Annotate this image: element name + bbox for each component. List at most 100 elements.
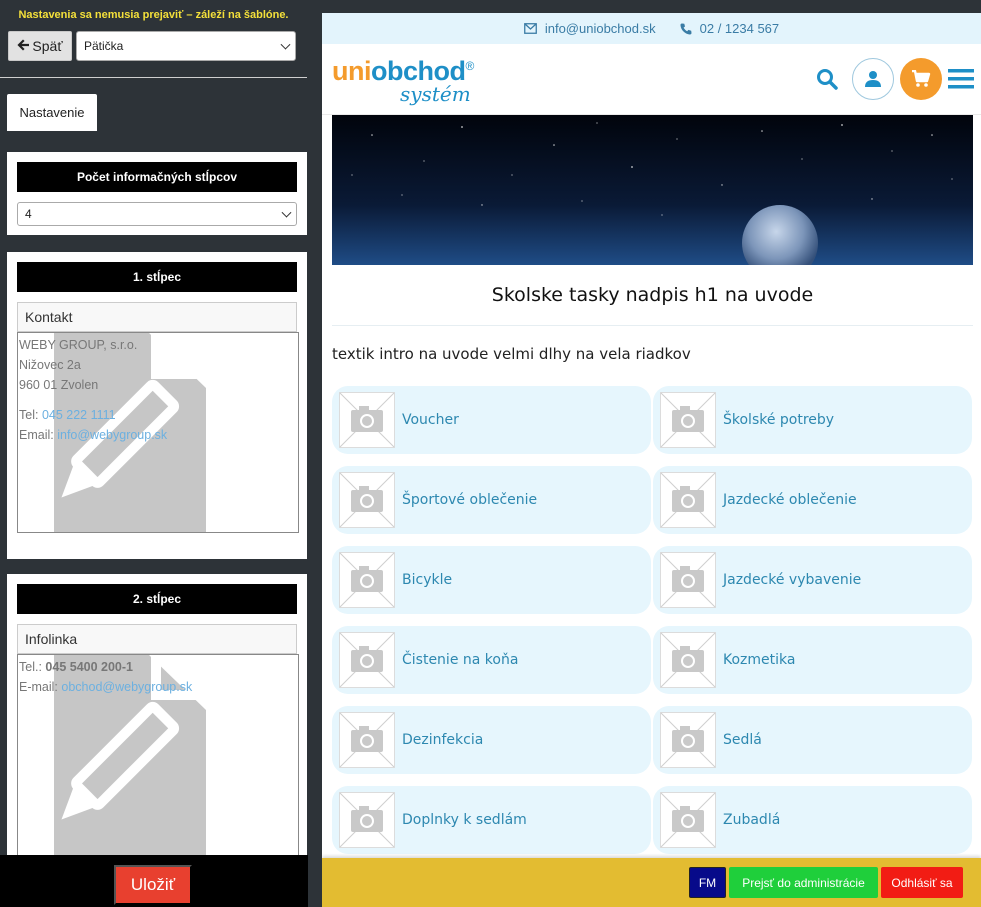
- category-tile[interactable]: Sedlá: [653, 706, 972, 774]
- category-label: Čistenie na koňa: [402, 652, 519, 668]
- tel-label: Tel.:: [19, 660, 42, 674]
- site-header: uniobchod® systém: [322, 44, 981, 115]
- user-icon[interactable]: [852, 58, 894, 100]
- columns-count-select[interactable]: 4: [17, 202, 297, 226]
- column1-content-editor[interactable]: WEBY GROUP, s.r.o. Nižovec 2a 960 01 Zvo…: [17, 332, 299, 533]
- column2-content: Tel.: 045 5400 200-1 E-mail: obchod@weby…: [18, 655, 298, 699]
- email-label: Email:: [19, 428, 54, 442]
- phone-icon: [680, 23, 692, 35]
- category-label: Dezinfekcia: [402, 732, 484, 748]
- column1-heading: 1. stĺpec: [17, 262, 297, 292]
- category-tile[interactable]: Jazdecké oblečenie: [653, 466, 972, 534]
- columns-count-heading: Počet informačných stĺpcov: [17, 162, 297, 192]
- columns-count-value: 4: [25, 207, 32, 221]
- columns-count-card: Počet informačných stĺpcov 4: [7, 152, 307, 235]
- email-line: E-mail: obchod@webygroup.sk: [19, 677, 297, 697]
- back-button[interactable]: Späť: [8, 31, 72, 61]
- topbar-email-text: info@uniobchod.sk: [544, 21, 656, 36]
- save-button[interactable]: Uložiť: [114, 865, 192, 905]
- camera-placeholder-icon: [339, 552, 395, 608]
- category-tile[interactable]: Čistenie na koňa: [332, 626, 651, 694]
- camera-placeholder-icon: [660, 472, 716, 528]
- site-logo[interactable]: uniobchod® systém: [332, 52, 474, 108]
- logo-registered: ®: [465, 59, 474, 73]
- email-link[interactable]: obchod@webygroup.sk: [61, 680, 192, 694]
- tel-label: Tel:: [19, 408, 39, 422]
- email-label: E-mail:: [19, 680, 58, 694]
- category-tile[interactable]: Kozmetika: [653, 626, 972, 694]
- camera-placeholder-icon: [339, 392, 395, 448]
- back-button-label: Späť: [32, 38, 63, 54]
- category-tile[interactable]: Zubadlá: [653, 786, 972, 854]
- camera-placeholder-icon: [660, 712, 716, 768]
- tel-line: Tel: 045 222 1111: [19, 405, 297, 425]
- search-icon[interactable]: [814, 66, 840, 92]
- category-tile[interactable]: Dezinfekcia: [332, 706, 651, 774]
- fm-button[interactable]: FM: [689, 867, 726, 898]
- camera-placeholder-icon: [339, 792, 395, 848]
- arrow-left-icon: [17, 38, 30, 54]
- column2-content-editor[interactable]: Tel.: 045 5400 200-1 E-mail: obchod@weby…: [17, 654, 299, 874]
- camera-placeholder-icon: [660, 792, 716, 848]
- column1-card: 1. stĺpec Kontakt WEBY GROUP, s.r.o. Niž…: [7, 252, 307, 559]
- topbar-phone-text: 02 / 1234 567: [699, 21, 780, 36]
- camera-placeholder-icon: [660, 552, 716, 608]
- camera-placeholder-icon: [660, 632, 716, 688]
- tel-number: 045 5400 200-1: [45, 660, 134, 674]
- category-label: Sedlá: [723, 732, 762, 748]
- column1-content: WEBY GROUP, s.r.o. Nižovec 2a 960 01 Zvo…: [18, 333, 298, 447]
- logo-system: systém: [400, 82, 471, 106]
- category-label: Školské potreby: [723, 412, 835, 428]
- street: Nižovec 2a: [19, 358, 81, 372]
- camera-placeholder-icon: [660, 392, 716, 448]
- column2-title-input[interactable]: Infolinka: [17, 624, 297, 654]
- topbar-phone[interactable]: 02 / 1234 567: [680, 21, 780, 36]
- section-select[interactable]: Pätička: [76, 31, 296, 61]
- category-label: Športové oblečenie: [402, 492, 538, 508]
- editor-panel: Nastavenia sa nemusia prejaviť – záleží …: [0, 0, 315, 907]
- title-divider: [332, 325, 973, 326]
- admin-button[interactable]: Prejsť do administrácie: [729, 867, 878, 898]
- category-label: Voucher: [402, 412, 459, 428]
- category-label: Jazdecké vybavenie: [723, 572, 862, 588]
- topbar-email[interactable]: info@uniobchod.sk: [523, 21, 656, 36]
- category-tile[interactable]: Školské potreby: [653, 386, 972, 454]
- tab-settings[interactable]: Nastavenie: [7, 94, 97, 131]
- category-tile[interactable]: Doplnky k sedlám: [332, 786, 651, 854]
- camera-placeholder-icon: [339, 472, 395, 528]
- category-label: Zubadlá: [723, 812, 781, 828]
- chevron-down-icon: [280, 39, 291, 50]
- logout-button[interactable]: Odhlásiť sa: [881, 867, 963, 898]
- category-label: Kozmetika: [723, 652, 796, 668]
- logo-wordmark: uniobchod®: [332, 52, 474, 86]
- logo-uni: uni: [332, 56, 372, 86]
- email-line: Email: info@webygroup.sk: [19, 425, 297, 445]
- camera-placeholder-icon: [339, 712, 395, 768]
- cart-icon[interactable]: [900, 58, 942, 100]
- settings-warning: Nastavenia sa nemusia prejaviť – záleží …: [18, 9, 289, 21]
- email-link[interactable]: info@webygroup.sk: [57, 428, 167, 442]
- category-tile[interactable]: Športové oblečenie: [332, 466, 651, 534]
- tel-line: Tel.: 045 5400 200-1: [19, 657, 297, 677]
- city: 960 01 Zvolen: [19, 378, 99, 392]
- hamburger-menu-icon[interactable]: [948, 66, 974, 92]
- contact-topbar: info@uniobchod.sk 02 / 1234 567: [322, 13, 981, 44]
- tel-link[interactable]: 045 222 1111: [42, 408, 116, 422]
- page-title: Skolske tasky nadpis h1 na uvode: [491, 284, 814, 306]
- category-label: Bicykle: [402, 572, 453, 588]
- site-preview: info@uniobchod.sk 02 / 1234 567 uniobcho…: [322, 13, 981, 907]
- category-tile[interactable]: Bicykle: [332, 546, 651, 614]
- company-name: WEBY GROUP, s.r.o.: [19, 338, 138, 352]
- admin-bar: FM Prejsť do administrácie Odhlásiť sa: [322, 858, 981, 907]
- category-label: Jazdecké oblečenie: [723, 492, 857, 508]
- section-select-value: Pätička: [84, 39, 124, 53]
- column2-heading: 2. stĺpec: [17, 584, 297, 614]
- column2-card: 2. stĺpec Infolinka Tel.: 045 5400 200-1…: [7, 574, 307, 874]
- column1-title-input[interactable]: Kontakt: [17, 302, 297, 332]
- category-label: Doplnky k sedlám: [402, 812, 527, 828]
- divider: [0, 77, 307, 78]
- chevron-down-icon: [281, 207, 292, 218]
- category-tile[interactable]: Jazdecké vybavenie: [653, 546, 972, 614]
- category-tile[interactable]: Voucher: [332, 386, 651, 454]
- camera-placeholder-icon: [339, 632, 395, 688]
